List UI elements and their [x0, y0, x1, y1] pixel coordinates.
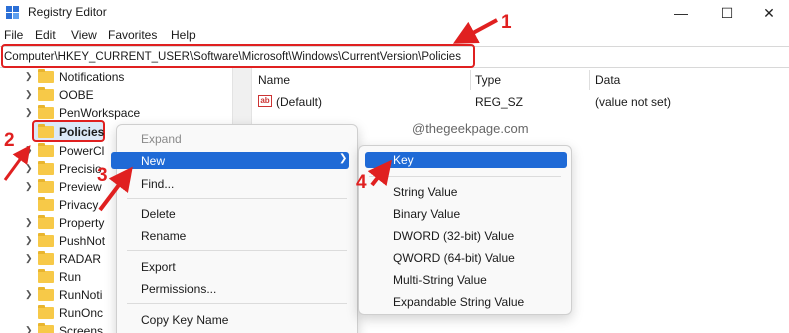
arrow-2 — [3, 145, 31, 181]
annotation-label-1: 1 — [501, 12, 512, 33]
arrow-4 — [367, 159, 392, 187]
annotation-arrows — [3, 18, 498, 212]
arrow-1 — [452, 18, 498, 44]
annotation-label-4: 4 — [356, 172, 367, 193]
annotation-label-2: 2 — [4, 130, 15, 151]
annotation-label-3: 3 — [97, 165, 108, 186]
